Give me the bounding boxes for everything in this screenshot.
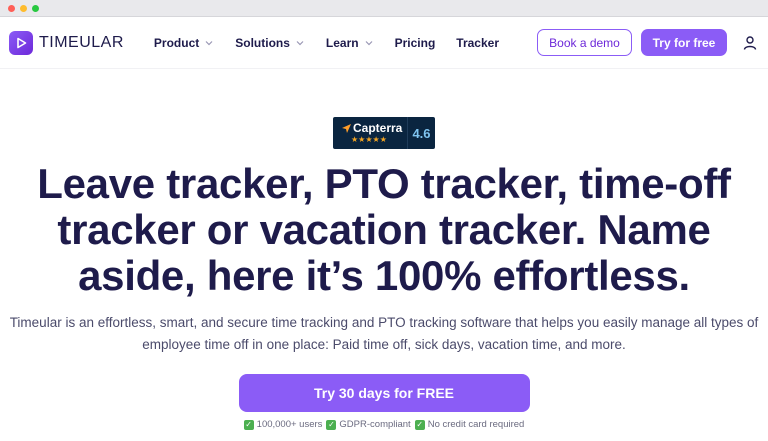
badge-label: 100,000+ users	[256, 419, 323, 430]
top-navigation: TIMEULAR Product Solutions Learn Pricing…	[0, 17, 768, 69]
check-icon: ✓	[326, 419, 337, 430]
nav-actions: Book a demo Try for free	[537, 29, 760, 56]
chevron-down-icon	[296, 40, 304, 45]
badge-label: GDPR-compliant	[339, 419, 411, 430]
badge-no-credit-card: ✓ No credit card required	[414, 419, 525, 430]
nav-item-learn[interactable]: Learn	[326, 36, 374, 50]
nav-item-label: Pricing	[394, 35, 436, 50]
nav-item-product[interactable]: Product	[154, 36, 214, 50]
user-icon[interactable]	[740, 33, 760, 53]
book-demo-button[interactable]: Book a demo	[537, 29, 632, 56]
nav-item-pricing[interactable]: Pricing	[395, 36, 436, 50]
try-for-free-button[interactable]: Try for free	[641, 29, 727, 56]
nav-item-solutions[interactable]: Solutions	[235, 36, 305, 50]
minimize-window-button[interactable]	[20, 4, 27, 12]
check-icon: ✓	[414, 419, 425, 430]
hero-description: Timeular is an effortless, smart, and se…	[9, 315, 759, 352]
chevron-down-icon	[365, 40, 373, 45]
badge-label: No credit card required	[427, 419, 525, 430]
main-menu: Product Solutions Learn Pricing Tracker	[154, 36, 520, 50]
badge-gdpr: ✓ GDPR-compliant	[326, 419, 411, 430]
timeular-play-icon	[9, 30, 33, 55]
capterra-name: Capterra	[342, 122, 402, 135]
badge-users: ✓ 100,000+ users	[243, 419, 323, 430]
timeular-logo[interactable]: TIMEULAR	[9, 30, 124, 55]
check-icon: ✓	[243, 419, 254, 430]
logo-text: TIMEULAR	[39, 33, 124, 51]
page-title: Leave tracker, PTO tracker, time-off tra…	[37, 160, 731, 299]
capterra-brand: Capterra ★★★★★	[333, 122, 407, 144]
try-30-days-button[interactable]: Try 30 days for FREE	[238, 374, 530, 412]
nav-item-label: Solutions	[235, 35, 290, 50]
window-titlebar	[0, 0, 768, 17]
capterra-rating-badge[interactable]: Capterra ★★★★★ 4.6	[333, 117, 435, 149]
trust-badges: ✓ 100,000+ users ✓ GDPR-compliant ✓ No c…	[0, 419, 768, 430]
nav-item-label: Product	[153, 35, 200, 50]
star-rating-icon: ★★★★★	[351, 135, 387, 144]
nav-item-label: Learn	[325, 35, 359, 50]
capterra-name-text: Capterra	[353, 121, 403, 135]
close-window-button[interactable]	[8, 4, 15, 12]
chevron-down-icon	[205, 40, 213, 45]
hero-section: Capterra ★★★★★ 4.6 Leave tracker, PTO tr…	[0, 117, 768, 430]
nav-item-tracker[interactable]: Tracker	[456, 36, 499, 50]
maximize-window-button[interactable]	[32, 4, 39, 12]
capterra-arrow-icon	[342, 124, 351, 133]
capterra-score: 4.6	[407, 117, 435, 149]
nav-item-label: Tracker	[456, 35, 499, 50]
